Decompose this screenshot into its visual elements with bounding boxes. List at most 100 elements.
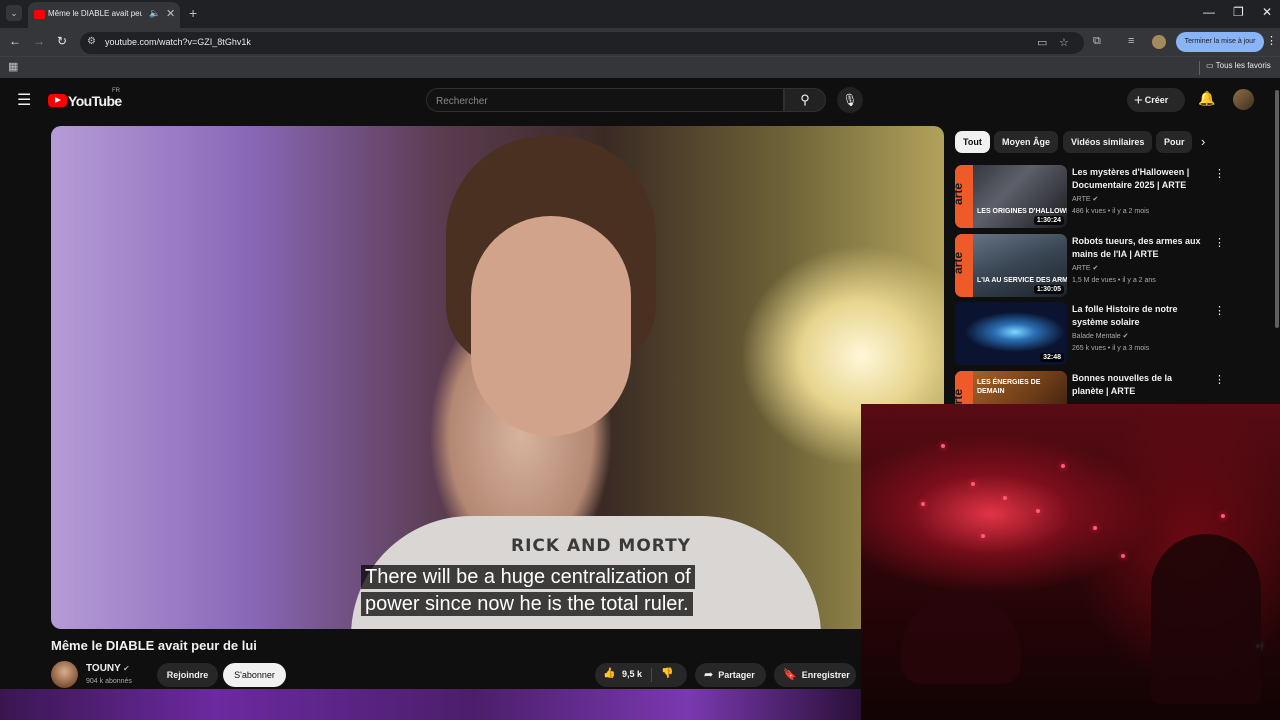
extensions-icon[interactable]: ⧉ (1093, 35, 1101, 48)
new-tab-icon[interactable]: + (189, 5, 197, 21)
forward-icon[interactable]: → (33, 34, 45, 48)
subscriber-count: 904 k abonnés (86, 678, 132, 685)
recommendation-channel[interactable]: ARTE ✔ (1072, 195, 1098, 203)
create-label: Créer (1144, 95, 1169, 105)
channel-name[interactable]: TOUNY (86, 663, 121, 674)
restore-icon[interactable]: ❐ (1233, 5, 1244, 19)
subscribe-button[interactable]: S'abonner (223, 663, 286, 687)
microphone-icon: 🎙 (842, 93, 858, 107)
all-bookmarks-folder[interactable]: ▭ Tous les favoris (1206, 61, 1271, 70)
tab-search-icon[interactable]: ⌄ (6, 5, 22, 21)
like-icon[interactable]: 👍 (603, 668, 615, 679)
overlay-video-window[interactable] (861, 404, 1280, 720)
recommendation-views: 486 k vues (1072, 208, 1106, 215)
channel-avatar[interactable] (51, 661, 78, 688)
caption-line-2: power since now he is the total ruler. (361, 592, 693, 616)
address-bar[interactable]: ⚙ youtube.com/watch?v=GZI_8tGhv1k ▭ ☆ (80, 32, 1084, 54)
update-button[interactable]: Terminer la mise à jour (1176, 32, 1264, 52)
apps-grid-icon[interactable]: ▦ (8, 60, 18, 73)
back-icon[interactable]: ← (9, 34, 21, 48)
verified-badge-icon: ✔ (1122, 333, 1129, 340)
page-scrollbar[interactable] (1275, 90, 1279, 328)
recommendation-title[interactable]: Robots tueurs, des armes aux mains de l'… (1072, 235, 1204, 261)
window-close-icon[interactable]: ✕ (1262, 5, 1272, 19)
youtube-play-logo-icon (48, 94, 67, 108)
recommendation-views: 265 k vues (1072, 345, 1106, 352)
chrome-menu-icon[interactable]: ⋮ (1266, 34, 1277, 47)
video-player[interactable]: RICK AND MORTY There will be a huge cent… (51, 126, 944, 629)
more-actions-icon[interactable]: ⋮ (1214, 167, 1225, 180)
recommendation-channel[interactable]: ARTE ✔ (1072, 264, 1098, 272)
video-frame-face (471, 216, 631, 436)
video-title: Même le DIABLE avait peur de lui (51, 638, 257, 653)
search-input[interactable] (436, 93, 766, 109)
recommendation-channel[interactable]: Balade Mentale ✔ (1072, 332, 1128, 340)
arte-wordmark: arte (955, 182, 966, 206)
media-controls-icon[interactable]: ≡ (1128, 35, 1134, 47)
video-thumbnail[interactable]: arte LES ORIGINES D'HALLOWE 1:30:24 (955, 165, 1067, 228)
more-actions-icon[interactable]: ⋮ (1214, 304, 1225, 317)
verified-badge-icon: ✔ (1092, 265, 1099, 272)
audio-playing-icon[interactable]: 🔈 (149, 8, 160, 19)
country-code: FR (112, 88, 120, 94)
notifications-bell-icon[interactable]: 🔔 (1198, 90, 1215, 107)
string-light (1036, 509, 1040, 513)
guide-menu-icon[interactable]: ☰ (17, 90, 31, 110)
recommendation-title[interactable]: Les mystères d'Halloween | Documentaire … (1072, 166, 1204, 192)
url-text[interactable]: youtube.com/watch?v=GZI_8tGhv1k (105, 37, 251, 47)
recommendation-item[interactable]: arte LES ORIGINES D'HALLOWE 1:30:24 Les … (955, 165, 1275, 229)
duration-badge: 32:48 (1040, 353, 1064, 362)
silhouette-left (901, 594, 1021, 684)
thumbnail-text: L'IA AU SERVICE DES ARMES (977, 277, 1067, 284)
video-thumbnail[interactable]: arte L'IA AU SERVICE DES ARMES 1:30:05 (955, 234, 1067, 297)
chip-tout[interactable]: Tout (955, 131, 990, 153)
create-button[interactable]: + Créer (1127, 88, 1185, 112)
recommendation-item[interactable]: 32:48 La folle Histoire de notre système… (955, 302, 1275, 366)
dislike-icon[interactable]: 👎 (661, 668, 673, 679)
recommendation-age: il y a 3 mois (1112, 345, 1150, 352)
string-light (971, 482, 975, 486)
chip-moyen-age[interactable]: Moyen Âge (994, 131, 1059, 153)
share-arrow-icon: ➦ (704, 669, 714, 681)
save-button[interactable]: 🔖 Enregistrer (774, 663, 856, 687)
video-thumbnail[interactable]: 32:48 (955, 302, 1067, 365)
duration-badge: 1:30:05 (1033, 285, 1064, 294)
recommendation-meta: 265 k vues • il y a 3 mois (1072, 345, 1150, 352)
share-button[interactable]: ➦ Partager (695, 663, 766, 687)
more-actions-icon[interactable]: ⋮ (1214, 373, 1225, 386)
arte-logo-strip: arte (955, 165, 973, 228)
more-actions-icon[interactable]: ⋮ (1214, 236, 1225, 249)
chevron-right-icon[interactable]: › (1201, 134, 1205, 149)
bookmarks-divider (1199, 61, 1200, 75)
site-info-icon[interactable]: ⚙ (87, 36, 96, 47)
search-button[interactable]: ⚲ (784, 88, 826, 112)
minimize-icon[interactable]: — (1203, 5, 1215, 19)
like-count[interactable]: 9,5 k (622, 669, 642, 679)
string-light (941, 444, 945, 448)
all-bookmarks-label: Tous les favoris (1215, 61, 1271, 70)
chip-pour[interactable]: Pour (1156, 131, 1192, 153)
cast-icon[interactable]: ▭ (1037, 36, 1047, 49)
youtube-logo[interactable]: YouTube FR (48, 88, 122, 110)
like-dislike-group: 👍 9,5 k 👎 (595, 663, 687, 687)
tab-close-icon[interactable]: ✕ (166, 7, 175, 20)
bookmark-star-icon[interactable]: ☆ (1059, 36, 1069, 49)
string-light (1221, 514, 1225, 518)
recommendation-title[interactable]: Bonnes nouvelles de la planète | ARTE (1072, 372, 1204, 398)
browser-tab[interactable]: Même le DIABLE avait peur de lui 🔈 ✕ (28, 2, 180, 28)
verified-badge-icon: ✔ (123, 664, 130, 673)
thumbnail-text: LES ORIGINES D'HALLOWE (977, 208, 1067, 215)
save-label: Enregistrer (801, 670, 850, 680)
recommendation-title[interactable]: La folle Histoire de notre système solai… (1072, 303, 1204, 329)
recommendation-channel-name: ARTE (1072, 196, 1091, 203)
arte-logo-strip: arte (955, 234, 973, 297)
share-label: Partager (718, 670, 755, 680)
reload-icon[interactable]: ↻ (57, 34, 67, 48)
join-button[interactable]: Rejoindre (157, 663, 218, 687)
account-avatar[interactable] (1233, 89, 1254, 110)
caption-line-1: There will be a huge centralization of (361, 565, 695, 589)
profile-avatar-icon[interactable] (1152, 35, 1166, 49)
recommendation-item[interactable]: arte L'IA AU SERVICE DES ARMES 1:30:05 R… (955, 234, 1275, 298)
voice-search-button[interactable]: 🎙 (837, 87, 863, 113)
chip-videos-similaires[interactable]: Vidéos similaires (1063, 131, 1153, 153)
